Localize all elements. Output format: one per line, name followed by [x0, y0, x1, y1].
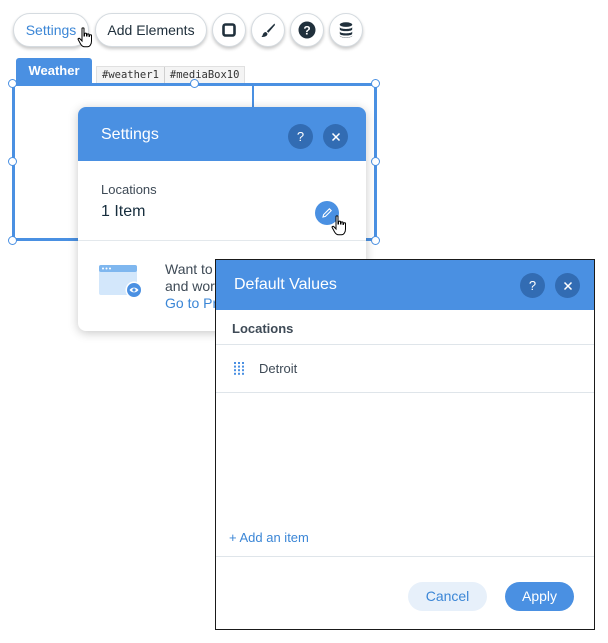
- element-id-tags: #weather1 #mediaBox10: [96, 66, 246, 84]
- hand-cursor-icon: [77, 27, 92, 48]
- divider: [216, 392, 594, 393]
- database-icon: [339, 22, 353, 38]
- list-item[interactable]: Detroit: [234, 361, 297, 376]
- resize-handle[interactable]: [371, 157, 380, 166]
- promo-text: Want to and wor Go to Pr: [165, 261, 217, 312]
- element-id: #mediaBox10: [163, 67, 245, 83]
- svg-text:?: ?: [303, 23, 310, 37]
- square-icon: [222, 23, 236, 37]
- resize-handle[interactable]: [371, 79, 380, 88]
- square-button[interactable]: [212, 13, 246, 47]
- close-button[interactable]: [555, 273, 580, 298]
- resize-handle[interactable]: [371, 236, 380, 245]
- locations-label: Locations: [101, 182, 157, 197]
- apply-button[interactable]: Apply: [505, 582, 574, 611]
- dialog-header: Default Values ?: [216, 260, 594, 310]
- cancel-button[interactable]: Cancel: [408, 582, 487, 611]
- close-icon: [563, 281, 572, 290]
- add-item-link[interactable]: + Add an item: [229, 530, 309, 545]
- element-id: #weather1: [102, 69, 159, 81]
- help-button[interactable]: ?: [288, 124, 313, 149]
- weather-element-tab[interactable]: Weather: [16, 58, 92, 84]
- divider: [216, 344, 594, 345]
- column-header: Locations: [232, 321, 294, 336]
- promo-link[interactable]: Go to Pr: [165, 295, 217, 312]
- resize-handle[interactable]: [8, 157, 17, 166]
- default-values-dialog: Default Values ? Locations Detroit + Add…: [215, 259, 595, 630]
- list-item-label: Detroit: [259, 361, 298, 376]
- resize-handle[interactable]: [190, 79, 199, 88]
- settings-panel-header: Settings ?: [78, 107, 366, 161]
- promo-line: and wor: [165, 278, 215, 294]
- divider: [216, 556, 594, 557]
- close-icon: [331, 132, 340, 141]
- inner-box-edge: [252, 83, 254, 108]
- panel-divider: [78, 240, 366, 241]
- help-button[interactable]: ?: [290, 13, 324, 47]
- settings-panel-title: Settings: [101, 126, 159, 143]
- resize-handle[interactable]: [8, 79, 17, 88]
- locations-count: 1 Item: [101, 203, 146, 220]
- dialog-title: Default Values: [234, 276, 337, 293]
- hand-cursor-icon: [331, 215, 346, 236]
- close-button[interactable]: [323, 124, 348, 149]
- help-icon: ?: [528, 278, 537, 293]
- browser-preview-icon: [99, 265, 143, 299]
- help-icon: ?: [296, 129, 305, 144]
- help-icon: ?: [298, 21, 316, 39]
- help-button[interactable]: ?: [520, 273, 545, 298]
- promo-line: Want to: [165, 261, 213, 277]
- design-button[interactable]: [251, 13, 285, 47]
- resize-handle[interactable]: [8, 236, 17, 245]
- drag-handle-icon[interactable]: [234, 362, 244, 375]
- add-elements-button[interactable]: Add Elements: [95, 13, 207, 47]
- database-button[interactable]: [329, 13, 363, 47]
- brush-icon: [261, 23, 275, 37]
